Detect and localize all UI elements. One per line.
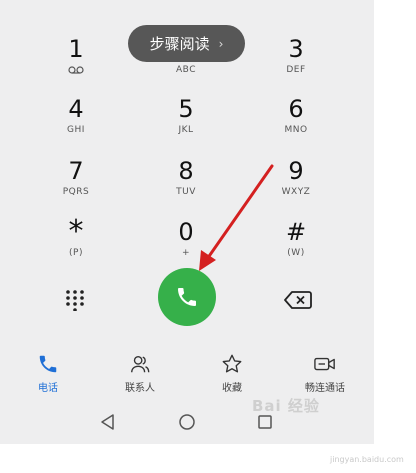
key-letters: (P) [69,248,83,258]
key-0[interactable]: 0 + [131,219,241,258]
key-letters: + [181,248,191,258]
tab-contacts[interactable]: 联系人 [105,353,175,394]
key-hash[interactable]: # (W) [241,219,351,258]
key-digit: 8 [178,157,194,185]
phone-icon [39,355,57,373]
chevron-right-icon: › [218,36,224,51]
voicemail-icon [68,66,84,74]
key-digit: 4 [68,95,84,123]
tab-favorites[interactable]: 收藏 [197,353,267,394]
key-7[interactable]: 7 PQRS [21,158,131,197]
call-button[interactable] [158,268,216,326]
key-letters: WXYZ [281,187,311,197]
key-digit: # [285,218,307,246]
key-letters: GHI [67,125,85,135]
tab-phone[interactable]: 电话 [13,353,83,394]
tab-label: 畅连通话 [305,383,345,394]
key-1[interactable]: 1 [21,36,131,74]
key-letters: ABC [176,65,196,75]
step-read-toast[interactable]: 步骤阅读 › [128,25,245,62]
key-9[interactable]: 9 WXYZ [241,158,351,197]
toast-label: 步骤阅读 [149,35,210,53]
dialpad-icon[interactable] [64,289,86,311]
back-icon[interactable] [96,410,120,434]
key-digit: * [68,214,84,249]
key-letters: MNO [284,125,308,135]
video-call-icon [314,357,335,371]
tab-label: 电话 [38,383,58,394]
tab-label: 收藏 [222,383,242,394]
key-letters: TUV [176,187,196,197]
key-5[interactable]: 5 JKL [131,96,241,135]
key-digit: 6 [288,95,304,123]
key-letters: (W) [287,248,305,258]
key-4[interactable]: 4 GHI [21,96,131,135]
key-digit: 5 [178,95,194,123]
key-letters: PQRS [62,187,90,197]
baidu-watermark: Bai 经验 [252,397,320,415]
key-digit: 7 [68,157,84,185]
phone-icon [178,288,196,306]
key-8[interactable]: 8 TUV [131,158,241,197]
tab-label: 联系人 [125,383,155,394]
home-icon[interactable] [175,410,199,434]
contacts-icon [131,355,150,373]
watermark-url: jingyan.baidu.com [330,455,404,464]
key-digit: 1 [68,35,84,63]
tab-video-call[interactable]: 畅连通话 [290,353,360,394]
star-icon [222,354,242,373]
key-letters: JKL [178,125,194,135]
key-6[interactable]: 6 MNO [241,96,351,135]
dialer-screen: 1 2 ABC 3 DEF 4 GHI 5 JKL 6 MNO 7 PQRS 8… [0,0,374,444]
key-letters: DEF [286,65,306,75]
key-digit: 9 [288,157,304,185]
key-3[interactable]: 3 DEF [241,36,351,75]
key-digit: 0 [178,218,194,246]
backspace-icon[interactable] [284,290,312,310]
key-star[interactable]: * (P) [21,214,131,259]
key-digit: 3 [288,35,304,63]
